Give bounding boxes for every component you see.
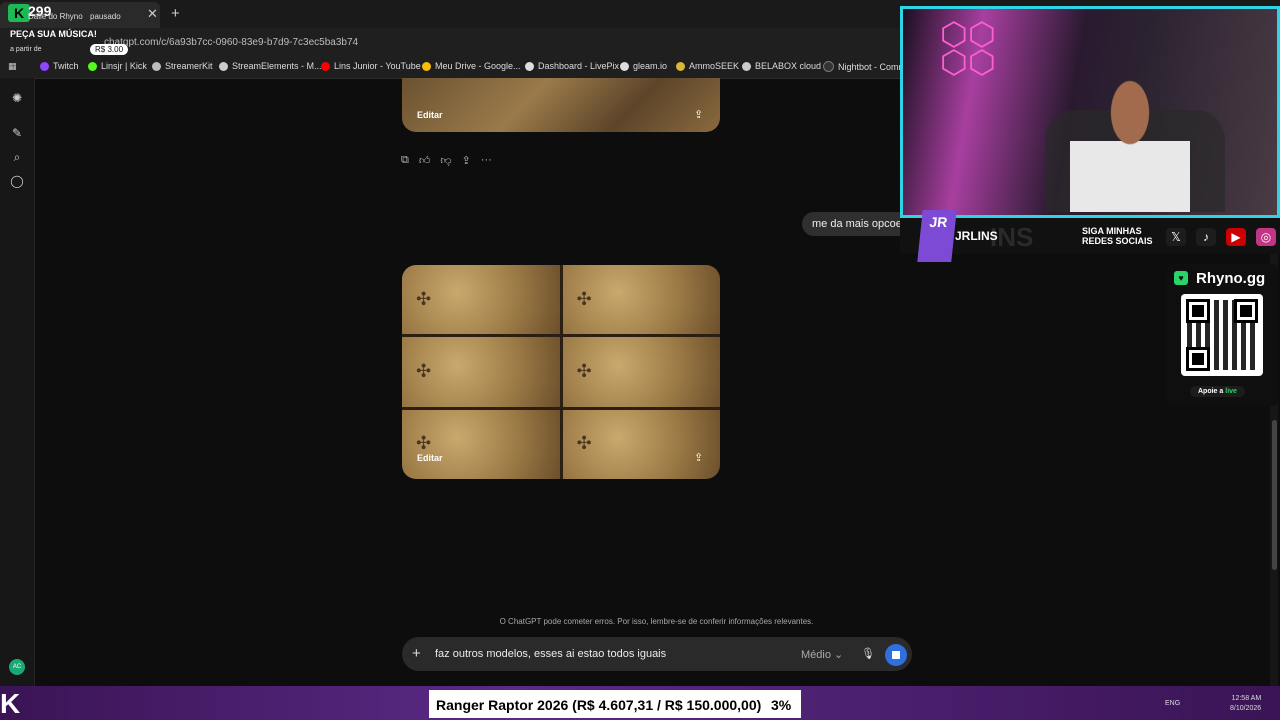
chevron-down-icon: ⌄ [834,649,844,661]
scrollbar-thumb[interactable] [1272,420,1277,570]
edit-image-button[interactable]: Editar [417,110,443,120]
goal-percent: 3% [771,697,792,713]
chat-sidebar [0,78,35,686]
streamer-name: JRLINS [955,229,998,243]
disclaimer: O ChatGPT pode cometer erros. Por isso, … [499,617,814,626]
price-badge: R$ 3.00 [90,44,129,55]
bookmark-belabox[interactable]: BELABOX cloud [742,61,821,71]
bookmark-streamerkit[interactable]: StreamerKit [152,61,213,71]
qr-finder [1234,299,1258,323]
bookmark-drive[interactable]: Meu Drive - Google... [422,61,521,71]
rhyno-title: Rhyno.gg [1196,270,1266,287]
map-variant [562,409,720,479]
youtube-icon: ▶ [1226,228,1246,246]
share-image-icon[interactable]: ⇪ [694,108,703,121]
model-label: Médio [801,649,831,661]
user-message: me da mais opcoe [802,212,912,236]
tab-title: Dalle do Rhyno [28,12,83,21]
generated-image-map[interactable] [402,78,720,132]
kick-k-icon: K [0,688,21,719]
add-attachment-icon[interactable]: + [412,645,421,662]
tab-close-icon[interactable]: ✕ [147,6,158,22]
qr-finder [1186,347,1210,371]
url-field[interactable]: chatgpt.com/c/6a93b7cc-0960-83e9-b7d9-7c… [104,37,358,48]
song-request-title: PEÇA SUA MÚSICA! [10,29,97,39]
map-variant [562,337,720,407]
avatar[interactable]: AC [9,659,25,675]
map-variant [402,265,560,335]
apps-grid-icon[interactable]: ▦ [8,61,17,72]
pause-status: pausado [90,12,121,21]
share-icon[interactable]: ⇪ [462,154,471,167]
bookmark-gleam[interactable]: gleam.io [620,61,667,71]
new-tab-icon[interactable]: + [171,5,180,22]
chat-bubble-icon[interactable]: ◯ [10,174,24,188]
kick-logo: K [8,4,30,22]
bookmark-ammoseek[interactable]: AmmoSEEK [676,61,739,71]
copy-icon[interactable]: ⧉ [401,154,409,167]
generated-image-grid[interactable] [402,265,720,479]
goal-text: Ranger Raptor 2026 (R$ 4.607,31 / R$ 150… [436,697,762,713]
more-options-icon[interactable]: ··· [481,154,492,167]
bookmark-twitch[interactable]: Twitch [40,61,79,71]
search-icon[interactable]: ⌕ [10,150,24,164]
map-variant [562,265,720,335]
tiktok-icon: ♪ [1196,228,1216,246]
new-chat-icon[interactable]: ✎ [10,126,24,140]
openai-logo-icon[interactable]: ✺ [10,91,24,105]
x-twitter-icon: 𝕏 [1166,228,1186,246]
instagram-icon: ◎ [1256,228,1276,246]
bookmark-kick[interactable]: Linsjr | Kick [88,61,147,71]
message-input[interactable]: faz outros modelos, esses ai estao todos… [435,648,666,660]
streamer [1070,70,1190,212]
bookmark-streamelements[interactable]: StreamElements - M... [219,61,322,71]
qr-finder [1186,299,1210,323]
bookmark-livepix[interactable]: Dashboard - LivePix [525,61,619,71]
microphone-icon[interactable]: 🎙︎ [861,647,875,660]
bookmark-youtube[interactable]: Lins Junior - YouTube [321,61,421,71]
hexagon-shelves: ⬡⬡ ⬡⬡ [940,16,996,80]
price-prefix: a partir de [10,46,42,53]
system-clock: 12:58 AM 8/10/2026 [1230,695,1262,712]
share-image-icon[interactable]: ⇪ [694,451,703,464]
stop-button[interactable] [885,644,907,666]
model-selector[interactable]: Médio ⌄ [801,648,843,661]
map-variant [402,337,560,407]
thumbs-down-icon[interactable]: 👎︎ [440,154,451,167]
support-button: Apoie a live [1190,386,1245,397]
heart-icon: ♥ [1174,271,1188,285]
map-variant [402,409,560,479]
bookmark-nightbot[interactable]: Nightbot - Comm [823,61,906,72]
language-indicator: ENG [1165,700,1181,707]
social-cta: SIGA MINHAS REDES SOCIAIS [1082,226,1153,246]
jr-lins-logo: JR [917,210,957,262]
thumbs-up-icon[interactable]: 👍︎ [419,154,431,167]
edit-image-button[interactable]: Editar [417,453,443,463]
message-actions: ⧉ 👍︎ 👎︎ ⇪ ··· [401,154,492,167]
